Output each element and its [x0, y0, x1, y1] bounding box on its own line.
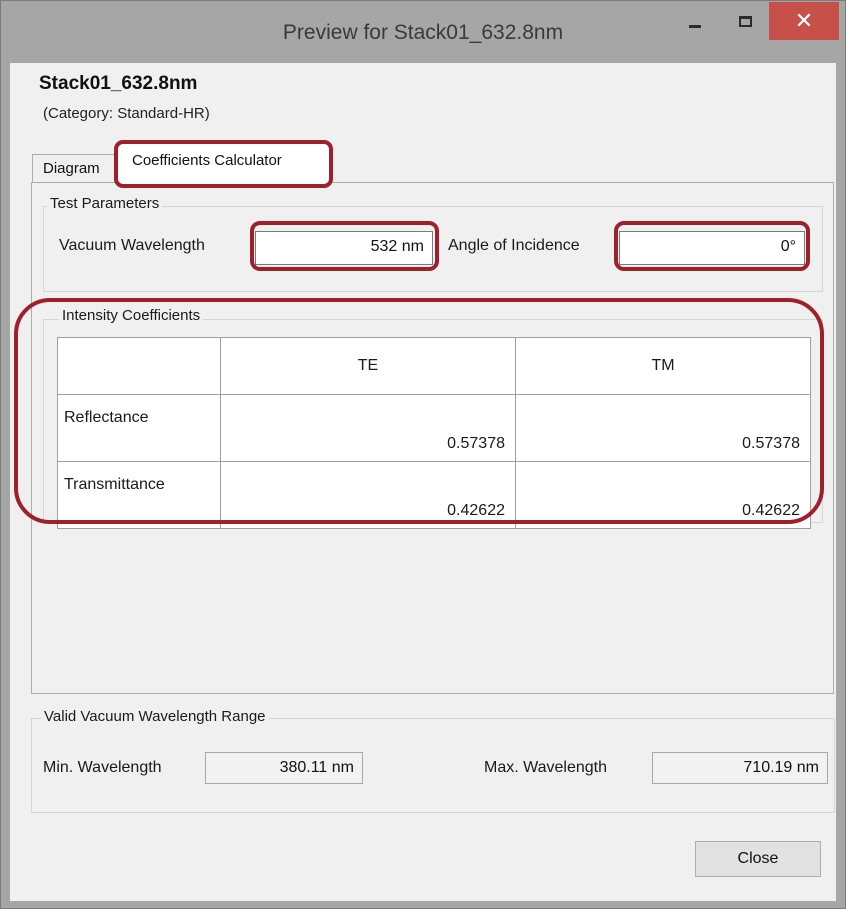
- vacuum-wavelength-input[interactable]: 532 nm: [255, 231, 433, 265]
- tab-diagram-label: Diagram: [43, 160, 100, 177]
- tab-coefficients-label: Coefficients Calculator: [132, 152, 282, 169]
- transmittance-tm-cell: 0.42622: [515, 461, 811, 529]
- coefficients-table: TE TM Reflectance 0.57378 0.57378 Transm…: [57, 337, 811, 529]
- vacuum-wavelength-label: Vacuum Wavelength: [59, 237, 205, 254]
- intensity-coefficients-label: Intensity Coefficients: [59, 307, 204, 324]
- transmittance-te-cell: 0.42622: [220, 461, 516, 529]
- min-wavelength-label: Min. Wavelength: [43, 759, 162, 776]
- min-wavelength-field: 380.11 nm: [205, 752, 363, 784]
- max-wavelength-label: Max. Wavelength: [484, 759, 608, 776]
- tab-diagram[interactable]: Diagram: [32, 154, 116, 182]
- table-row: Reflectance 0.57378 0.57378: [57, 394, 811, 462]
- row-label-transmittance: Transmittance: [57, 461, 221, 529]
- minimize-icon: [689, 24, 701, 28]
- close-window-button[interactable]: ✕: [769, 2, 839, 40]
- tab-coefficients-calculator[interactable]: Coefficients Calculator: [116, 143, 331, 185]
- max-wavelength-field: 710.19 nm: [652, 752, 828, 784]
- column-header-te: TE: [220, 337, 516, 395]
- preview-dialog: Preview for Stack01_632.8nm ✕ Stack01_63…: [0, 0, 846, 909]
- maximize-icon: [738, 15, 752, 27]
- stack-category: (Category: Standard-HR): [43, 105, 210, 122]
- stack-name: Stack01_632.8nm: [39, 73, 198, 94]
- close-button[interactable]: Close: [695, 841, 821, 877]
- reflectance-tm-cell: 0.57378: [515, 394, 811, 462]
- row-label-reflectance: Reflectance: [57, 394, 221, 462]
- close-icon: ✕: [794, 8, 814, 33]
- angle-of-incidence-input[interactable]: 0°: [619, 231, 805, 265]
- maximize-button[interactable]: [721, 3, 769, 43]
- title-bar[interactable]: Preview for Stack01_632.8nm ✕: [1, 1, 845, 63]
- minimize-button[interactable]: [671, 3, 719, 43]
- angle-of-incidence-label: Angle of Incidence: [448, 237, 580, 254]
- reflectance-te-cell: 0.57378: [220, 394, 516, 462]
- table-header-row: TE TM: [57, 337, 811, 395]
- valid-range-label: Valid Vacuum Wavelength Range: [41, 708, 269, 725]
- corner-cell: [57, 337, 221, 395]
- table-row: Transmittance 0.42622 0.42622: [57, 461, 811, 529]
- test-parameters-label: Test Parameters: [47, 195, 163, 212]
- column-header-tm: TM: [515, 337, 811, 395]
